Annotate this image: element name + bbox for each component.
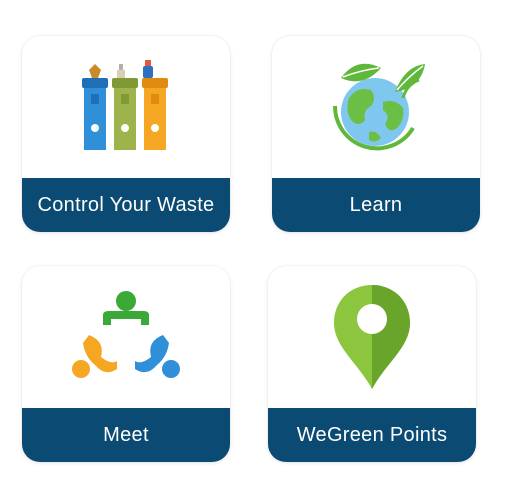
card-label: WeGreen Points	[268, 408, 476, 462]
card-art	[268, 266, 476, 408]
recycling-bins-icon	[82, 60, 168, 150]
card-art	[22, 266, 230, 408]
card-label: Learn	[272, 178, 480, 232]
meet-card[interactable]: Meet	[22, 266, 230, 462]
globe-leaves-icon	[332, 63, 425, 151]
learn-card[interactable]: Learn	[272, 36, 480, 232]
card-label: Meet	[22, 408, 230, 462]
card-art	[272, 36, 480, 176]
control-your-waste-card[interactable]: Control Your Waste	[22, 36, 230, 232]
card-label: Control Your Waste	[22, 178, 230, 232]
wegreen-points-card[interactable]: WeGreen Points	[268, 266, 476, 462]
location-pin-icon	[334, 285, 410, 389]
people-connect-icon	[72, 291, 180, 378]
card-art	[22, 36, 230, 176]
